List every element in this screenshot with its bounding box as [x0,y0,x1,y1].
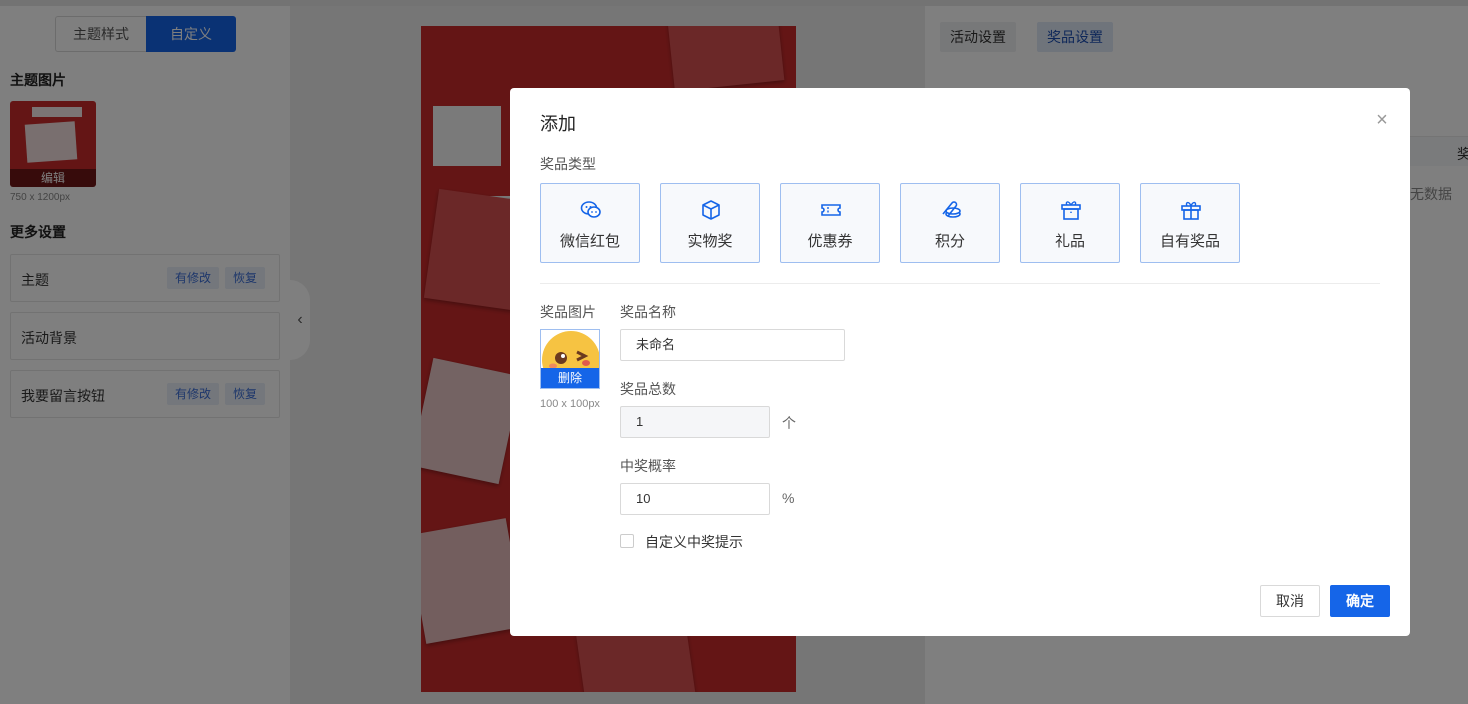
prize-type-coupon[interactable]: 优惠券 [780,183,880,263]
prize-image-size: 100 x 100px [540,398,600,410]
cancel-button[interactable]: 取消 [1260,585,1320,617]
prize-type-label: 礼品 [1054,233,1085,250]
prize-type-own[interactable]: 自有奖品 [1140,183,1240,263]
prize-total-input[interactable]: 1 [620,406,770,438]
win-rate-label: 中奖概率 [620,458,676,474]
prize-total-unit: 个 [782,415,796,431]
prize-type-wechat[interactable]: 微信红包 [540,183,640,263]
add-prize-dialog: 添加 × 奖品类型 微信红包 实物奖 优惠券 积分 礼品 自有奖品 奖品图片 删… [510,88,1410,636]
wechat-icon [580,201,601,218]
prize-type-label: 自有奖品 [1159,233,1220,250]
custom-tip-label[interactable]: 自定义中奖提示 [645,532,743,552]
win-rate-input[interactable]: 10 [620,483,770,515]
prize-total-label: 奖品总数 [620,381,676,397]
prize-type-points[interactable]: 积分 [900,183,1000,263]
divider [540,283,1380,284]
prize-type-gift[interactable]: 礼品 [1020,183,1120,263]
ticket-icon [821,204,841,216]
gift-icon [1181,201,1201,220]
prize-type-label: 积分 [934,233,965,250]
custom-tip-checkbox[interactable] [620,534,634,548]
prize-type-label: 奖品类型 [540,156,596,172]
prize-name-input[interactable]: 未命名 [620,329,845,361]
prize-type-label: 优惠券 [807,233,853,250]
prize-type-label: 实物奖 [687,233,733,250]
gift-box-icon [1061,201,1081,220]
prize-image-label: 奖品图片 [540,304,596,320]
close-icon[interactable]: × [1372,110,1392,130]
prize-type-physical[interactable]: 实物奖 [660,183,760,263]
coins-icon [942,201,961,218]
box-icon [702,200,720,220]
dialog-title: 添加 [540,114,576,134]
prize-image-preview[interactable]: 删除 [540,329,600,389]
delete-image-button[interactable]: 删除 [541,368,599,388]
win-rate-unit: % [782,490,795,506]
confirm-button[interactable]: 确定 [1330,585,1390,617]
prize-type-label: 微信红包 [559,233,620,250]
prize-name-label: 奖品名称 [620,304,676,320]
